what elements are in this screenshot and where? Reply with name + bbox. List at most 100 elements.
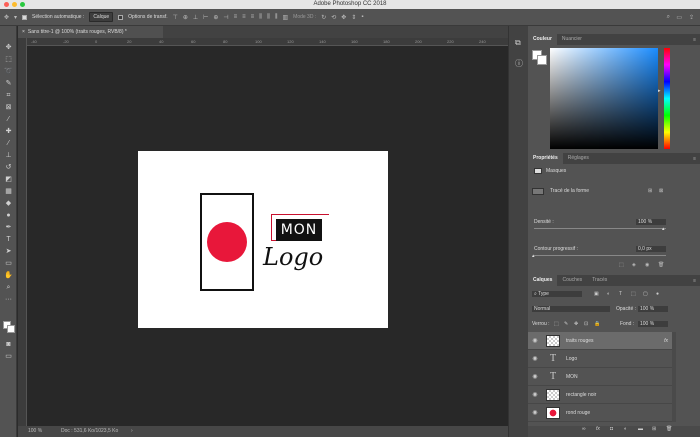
- opacity-input[interactable]: 100 %: [638, 306, 668, 312]
- pen-tool-icon[interactable]: ✒: [3, 222, 14, 233]
- eyedropper-tool-icon[interactable]: ⁄: [3, 114, 14, 125]
- filter-toggle-icon[interactable]: ●: [656, 291, 659, 297]
- tab-swatches[interactable]: Nuancier: [557, 34, 587, 45]
- add-vector-mask-icon[interactable]: ⊠: [659, 188, 663, 194]
- transform-controls-checkbox[interactable]: [118, 14, 124, 20]
- layers-scrollbar[interactable]: [672, 332, 676, 422]
- filter-smart-object-icon[interactable]: ▢: [643, 291, 648, 297]
- quick-mask-icon[interactable]: ◙: [3, 339, 14, 350]
- hand-tool-icon[interactable]: ✋: [3, 270, 14, 281]
- hue-slider[interactable]: [664, 48, 670, 149]
- scale-3d-icon[interactable]: ▪: [361, 14, 363, 20]
- document-canvas[interactable]: MON Logo: [138, 151, 388, 328]
- eye-icon[interactable]: ◉: [528, 409, 542, 416]
- lasso-tool-icon[interactable]: ➰: [3, 66, 14, 77]
- tab-paths[interactable]: Tracés: [587, 275, 612, 286]
- apply-mask-icon[interactable]: ◈: [632, 262, 636, 268]
- layer-row-logo[interactable]: ◉ T Logo: [528, 350, 672, 368]
- move-tool-icon[interactable]: ✥: [3, 42, 14, 53]
- history-brush-tool-icon[interactable]: ↺: [3, 162, 14, 173]
- eraser-tool-icon[interactable]: ◩: [3, 174, 14, 185]
- align-left-icon[interactable]: ⊢: [203, 14, 208, 21]
- frame-tool-icon[interactable]: ⊠: [3, 102, 14, 113]
- link-layers-icon[interactable]: ∞: [582, 426, 586, 432]
- new-group-icon[interactable]: ▬: [638, 426, 643, 432]
- add-pixel-mask-icon[interactable]: ⊞: [648, 188, 652, 194]
- new-layer-icon[interactable]: ⊞: [652, 426, 656, 432]
- fx-badge[interactable]: fx: [664, 338, 668, 344]
- layer-row-rectangle-noir[interactable]: ◉ rectangle noir: [528, 386, 672, 404]
- quick-select-tool-icon[interactable]: ✎: [3, 78, 14, 89]
- drag-3d-icon[interactable]: ✥: [341, 14, 346, 21]
- crop-tool-icon[interactable]: ⌗: [3, 90, 14, 101]
- density-slider-handle[interactable]: ▴: [662, 226, 665, 232]
- screen-mode-icon[interactable]: ▭: [3, 351, 14, 362]
- color-background-swatch[interactable]: [537, 55, 547, 65]
- delete-layer-icon[interactable]: 🗑: [666, 426, 672, 432]
- feather-input[interactable]: 0,0 px: [636, 246, 666, 252]
- auto-align-icon[interactable]: ▥: [282, 14, 288, 21]
- layer-row-rond-rouge[interactable]: ◉ rond rouge: [528, 404, 672, 422]
- distribute-right-icon[interactable]: ⫼: [275, 14, 278, 21]
- document-tab-close-icon[interactable]: ×: [22, 29, 25, 35]
- slide-3d-icon[interactable]: ⇕: [351, 14, 356, 21]
- tab-layers[interactable]: Calques: [528, 275, 558, 286]
- lock-image-icon[interactable]: ✎: [564, 321, 568, 327]
- eye-icon[interactable]: ◉: [528, 373, 542, 380]
- distribute-top-icon[interactable]: ≡: [234, 14, 238, 20]
- visibility-icon[interactable]: ◉: [645, 262, 649, 268]
- zoom-level[interactable]: 100 %: [28, 426, 42, 437]
- density-input[interactable]: 100 %: [636, 219, 666, 225]
- healing-brush-tool-icon[interactable]: ✚: [3, 126, 14, 137]
- chevron-right-icon[interactable]: ›: [131, 426, 133, 437]
- distribute-vcenter-icon[interactable]: ≡: [242, 14, 246, 20]
- panel-menu-icon[interactable]: ≡: [693, 156, 696, 162]
- roll-3d-icon[interactable]: ⟲: [331, 14, 336, 21]
- zoom-window-button[interactable]: [20, 2, 25, 7]
- background-color-swatch[interactable]: [7, 325, 15, 333]
- hue-slider-handle[interactable]: ▸: [658, 88, 661, 94]
- lock-artboard-icon[interactable]: ⊡: [584, 321, 588, 327]
- gradient-tool-icon[interactable]: ▦: [3, 186, 14, 197]
- distribute-hcenter-icon[interactable]: ⫼: [267, 14, 270, 21]
- align-right-icon[interactable]: ⊣: [223, 14, 228, 21]
- filter-type-icon[interactable]: T: [619, 291, 622, 297]
- auto-select-dropdown[interactable]: Calque: [89, 12, 114, 22]
- tab-channels[interactable]: Couches: [557, 275, 587, 286]
- filter-shape-icon[interactable]: ⬚: [631, 291, 636, 297]
- adjustment-layer-icon[interactable]: ◐: [624, 426, 627, 432]
- feather-slider[interactable]: [534, 255, 666, 256]
- dodge-tool-icon[interactable]: ●: [3, 210, 14, 221]
- auto-select-checkbox[interactable]: [22, 14, 28, 20]
- lock-position-icon[interactable]: ✥: [574, 321, 578, 327]
- tab-adjustments[interactable]: Réglages: [563, 153, 594, 164]
- align-bottom-icon[interactable]: ⊥: [193, 14, 198, 21]
- tab-color[interactable]: Couleur: [528, 34, 557, 45]
- panel-menu-icon[interactable]: ≡: [693, 278, 696, 284]
- filter-pixel-icon[interactable]: ▣: [594, 291, 599, 297]
- filter-adjustment-icon[interactable]: ◐: [607, 291, 610, 297]
- minimize-window-button[interactable]: [12, 2, 17, 7]
- search-icon[interactable]: ⌕: [667, 14, 670, 21]
- distribute-left-icon[interactable]: ⫼: [259, 14, 262, 21]
- rectangle-tool-icon[interactable]: ▭: [3, 258, 14, 269]
- feather-slider-handle[interactable]: ▴: [532, 253, 535, 259]
- lock-transparent-icon[interactable]: ⬚: [554, 321, 559, 327]
- tab-properties[interactable]: Propriétés: [528, 153, 563, 164]
- layer-row-mon[interactable]: ◉ T MON: [528, 368, 672, 386]
- clone-stamp-tool-icon[interactable]: ⊥: [3, 150, 14, 161]
- move-tool-icon[interactable]: ✥: [4, 14, 9, 21]
- align-hcenter-icon[interactable]: ⊕: [213, 14, 218, 21]
- close-window-button[interactable]: [4, 2, 9, 7]
- brush-tool-icon[interactable]: ⁄: [3, 138, 14, 149]
- panel-menu-icon[interactable]: ≡: [693, 37, 696, 43]
- type-tool-icon[interactable]: T: [3, 234, 14, 245]
- load-selection-icon[interactable]: ⬚: [619, 262, 624, 268]
- fill-input[interactable]: 100 %: [638, 321, 668, 327]
- align-top-icon[interactable]: ⊤: [173, 14, 178, 21]
- eye-icon[interactable]: ◉: [528, 337, 542, 344]
- layer-filter-dropdown[interactable]: ⌕ Type: [532, 291, 582, 297]
- color-picker-field[interactable]: [550, 48, 658, 149]
- add-mask-icon[interactable]: ◘: [610, 426, 613, 432]
- vector-mask-icon[interactable]: [532, 188, 544, 195]
